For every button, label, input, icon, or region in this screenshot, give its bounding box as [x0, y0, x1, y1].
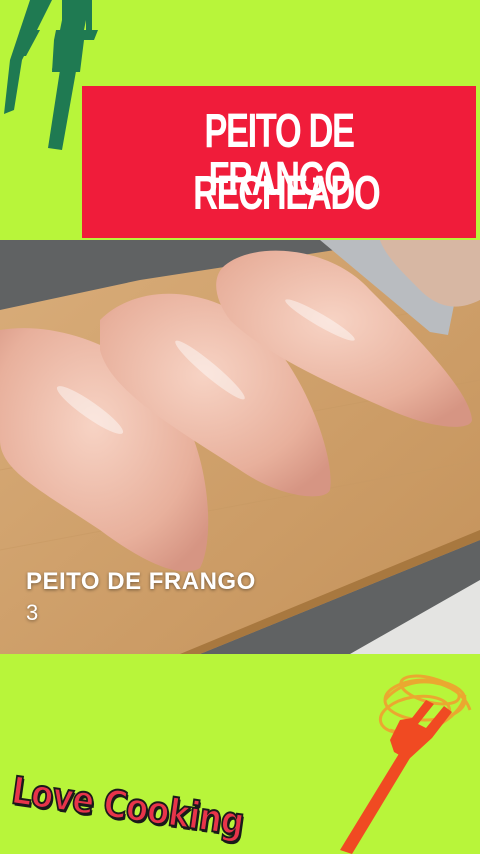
title-line-2: RECHEADO [193, 167, 381, 220]
title-banner: PEITO DE FRANGO RECHEADO [82, 86, 476, 238]
video-area[interactable]: PEITO DE FRANGO 3 [0, 240, 480, 654]
ingredient-count: 3 [26, 600, 39, 625]
fork-pasta-icon [340, 674, 472, 854]
logo-text: Love Cooking [8, 767, 247, 845]
video-frame: PEITO DE FRANGO RECHEADO PEITO DE FRANGO… [0, 0, 480, 854]
ingredient-label: PEITO DE FRANGO [26, 568, 256, 595]
brand-logo: Love Cooking [6, 762, 276, 845]
